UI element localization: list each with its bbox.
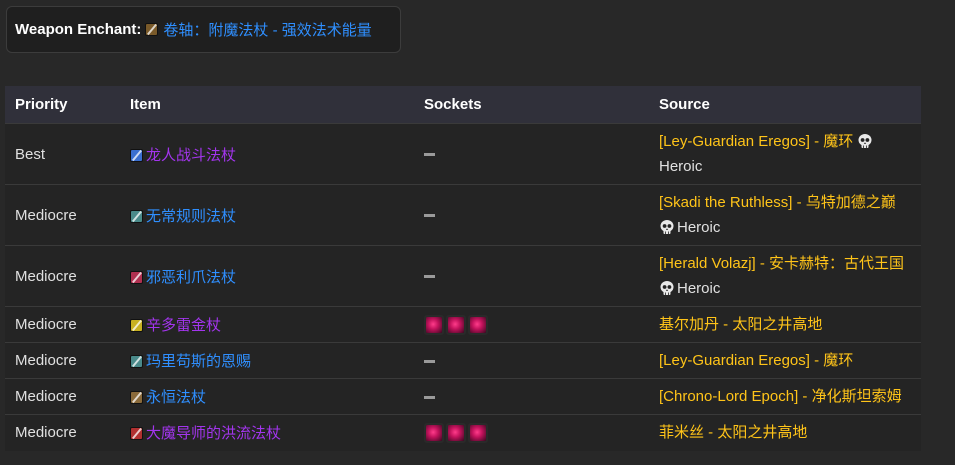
no-sockets-dash [424,395,435,399]
item-cell: 邪恶利爪法杖 [120,245,414,307]
no-sockets-dash [424,153,435,157]
table-row: Best 龙人战斗法杖 [Ley-Guardian Eregos] - 魔环 Her… [5,123,921,185]
sockets-cell [414,245,649,307]
staff-icon [130,148,143,162]
sockets-cell [414,184,649,246]
meta-socket-icon[interactable] [424,314,444,335]
item-link[interactable]: 玛里苟斯的恩赐 [146,353,251,370]
sockets-cell [414,306,649,343]
item-link[interactable]: 永恒法杖 [146,389,206,406]
priority-cell: Mediocre [5,184,120,246]
item-cell: 永恒法杖 [120,378,414,415]
staff-icon [130,270,143,284]
item-link[interactable]: 辛多雷金杖 [146,317,221,334]
staff-icon [130,427,143,441]
source-link[interactable]: [Skadi the Ruthless] - 乌特加德之巅 [659,194,896,211]
weapon-enchant-box: Weapon Enchant: 卷轴：附魔法杖 - 强效法术能量 [6,6,401,53]
sockets-cell [414,378,649,415]
table-header-row: Priority Item Sockets Source [5,86,921,124]
source-link[interactable]: 菲米丝 - 太阳之井高地 [659,424,807,441]
item-link[interactable]: 大魔导师的洪流法杖 [146,425,281,442]
source-link[interactable]: [Ley-Guardian Eregos] - 魔环 [659,352,853,369]
meta-socket-icon[interactable] [446,314,466,335]
skull-icon [857,132,873,148]
priority-cell: Mediocre [5,306,120,343]
priority-cell: Mediocre [5,342,120,379]
gear-table: Priority Item Sockets Source Best 龙人战斗法杖 [… [5,86,921,451]
weapon-enchant-link[interactable]: 卷轴：附魔法杖 - 强效法术能量 [163,19,371,40]
source-link[interactable]: [Ley-Guardian Eregos] - 魔环 [659,133,853,150]
meta-socket-icon[interactable] [424,422,444,443]
table-row: Mediocre 无常规则法杖 [Skadi the Ruthless] - 乌特加… [5,184,921,246]
source-cell: [Ley-Guardian Eregos] - 魔环 [649,342,921,379]
source-link[interactable]: [Chrono-Lord Epoch] - 净化斯坦索姆 [659,388,902,405]
table-row: Mediocre 辛多雷金杖 基尔加丹 - 太阳之井高地 [5,306,921,343]
source-cell: 基尔加丹 - 太阳之井高地 [649,306,921,343]
no-sockets-dash [424,275,435,279]
heroic-label: Heroic [659,158,703,175]
priority-cell: Mediocre [5,414,120,451]
header-source: Source [649,86,921,124]
heroic-label: Heroic [677,280,721,297]
priority-cell: Mediocre [5,245,120,307]
skull-icon [659,279,675,295]
meta-socket-icon[interactable] [468,314,488,335]
meta-socket-icon[interactable] [446,422,466,443]
table-row: Mediocre 永恒法杖 [Chrono-Lord Epoch] - 净化斯坦索姆 [5,378,921,415]
scroll-icon [145,23,159,36]
sockets-cell [414,123,649,185]
staff-icon [130,391,143,404]
priority-cell: Mediocre [5,378,120,415]
meta-socket-icon[interactable] [468,422,488,443]
source-cell: [Ley-Guardian Eregos] - 魔环 Heroic [649,123,921,185]
heroic-label: Heroic [677,219,721,236]
gear-table-body: Best 龙人战斗法杖 [Ley-Guardian Eregos] - 魔环 Her… [5,123,921,451]
item-link[interactable]: 邪恶利爪法杖 [146,269,236,286]
table-row: Mediocre 邪恶利爪法杖 [Herald Volazj] - 安卡赫特：古代王… [5,245,921,307]
source-cell: [Skadi the Ruthless] - 乌特加德之巅 Heroic [649,184,921,246]
table-row: Mediocre 玛里苟斯的恩赐 [Ley-Guardian Eregos] - 魔… [5,342,921,379]
item-cell: 玛里苟斯的恩赐 [120,342,414,379]
staff-icon [130,355,143,368]
item-cell: 大魔导师的洪流法杖 [120,414,414,451]
sockets-cell [414,414,649,451]
header-item: Item [120,86,414,124]
source-cell: [Herald Volazj] - 安卡赫特：古代王国 Heroic [649,245,921,307]
priority-cell: Best [5,123,120,185]
item-cell: 龙人战斗法杖 [120,123,414,185]
weapon-enchant-label: Weapon Enchant: [15,21,142,38]
source-link[interactable]: 基尔加丹 - 太阳之井高地 [659,316,822,333]
table-row: Mediocre 大魔导师的洪流法杖 菲米丝 - 太阳之井高地 [5,414,921,451]
no-sockets-dash [424,359,435,363]
skull-icon [659,218,675,234]
header-priority: Priority [5,86,120,124]
item-cell: 无常规则法杖 [120,184,414,246]
staff-icon [130,209,143,223]
source-link[interactable]: [Herald Volazj] - 安卡赫特：古代王国 [659,255,904,272]
sockets-cell [414,342,649,379]
source-cell: [Chrono-Lord Epoch] - 净化斯坦索姆 [649,378,921,415]
header-sockets: Sockets [414,86,649,124]
item-link[interactable]: 无常规则法杖 [146,208,236,225]
item-link[interactable]: 龙人战斗法杖 [146,147,236,164]
staff-icon [130,319,143,332]
item-cell: 辛多雷金杖 [120,306,414,343]
source-cell: 菲米丝 - 太阳之井高地 [649,414,921,451]
no-sockets-dash [424,214,435,218]
